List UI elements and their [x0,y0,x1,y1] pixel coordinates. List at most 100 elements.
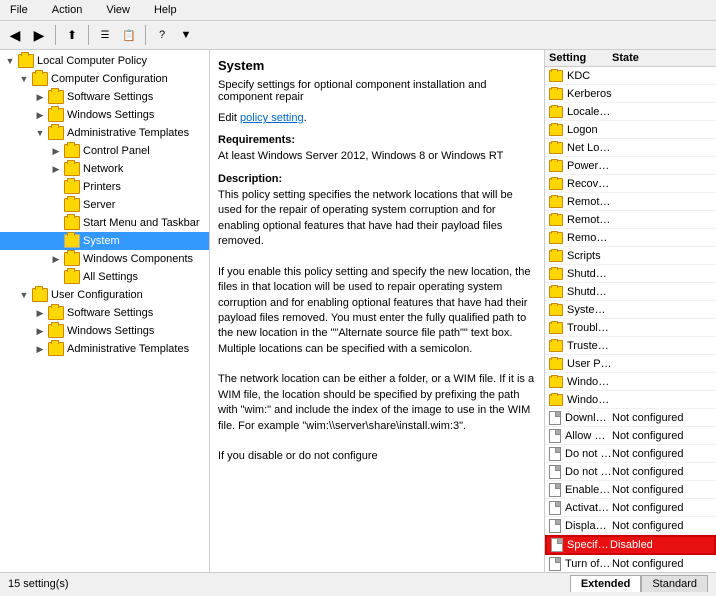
tree-label: Control Panel [83,145,150,157]
menu-action[interactable]: Action [46,2,89,18]
forward-button[interactable]: ▶ [28,24,50,46]
row-state: Not configured [612,430,712,442]
tree-item-system[interactable]: ▶ System [0,232,209,250]
requirements-label: Requirements: [218,134,536,146]
tree-label: User Configuration [51,289,143,301]
folder-row-logon[interactable]: Logon [545,121,716,139]
folder-row-scripts[interactable]: Scripts [545,247,716,265]
filter-button[interactable]: ▼ [175,24,197,46]
folder-icon [32,288,48,302]
tab-extended[interactable]: Extended [570,575,642,592]
folder-icon [549,196,563,208]
folder-row-removable[interactable]: Removable Storage Access [545,229,716,247]
policy-row-6[interactable]: Display Shutdown Event Tracker Not confi… [545,517,716,535]
folder-row-power[interactable]: Power Management [545,157,716,175]
tree-item-computer-config[interactable]: ▼ Computer Configuration [0,70,209,88]
folder-row-kerberos[interactable]: Kerberos [545,85,716,103]
tab-standard[interactable]: Standard [641,575,708,592]
tree-item-windows-settings-user[interactable]: ▶ Windows Settings [0,322,209,340]
policy-row-4[interactable]: Enable Persistent Time Stamp Not configu… [545,481,716,499]
row-label: Locale Services [567,106,612,118]
toggle-icon: ▼ [2,53,18,69]
tree-item-local-computer-policy[interactable]: ▼ Local Computer Policy [0,52,209,70]
tree-item-control-panel[interactable]: ▶ Control Panel [0,142,209,160]
tree-item-admin-templates-user[interactable]: ▶ Administrative Templates [0,340,209,358]
folder-icon [549,304,563,316]
tree-item-windows-components[interactable]: ▶ Windows Components [0,250,209,268]
folder-icon [64,216,80,230]
tree-item-windows-settings-comp[interactable]: ▶ Windows Settings [0,106,209,124]
folder-row-time-service[interactable]: Windows Time Service [545,391,716,409]
folder-icon [549,214,563,226]
row-label: Do not turn off system power after a Win… [565,466,612,478]
row-label: Display Shutdown Event Tracker [565,520,612,532]
row-label: Specify settings for optional component … [567,539,610,551]
main-container: ▼ Local Computer Policy ▼ Computer Confi… [0,50,716,572]
tree-item-printers[interactable]: ▶ Printers [0,178,209,196]
show-hide-button[interactable]: ☰ [94,24,116,46]
tree-label: Network [83,163,123,175]
tree-item-software-settings-comp[interactable]: ▶ Software Settings [0,88,209,106]
folder-icon [64,162,80,176]
folder-icon [549,178,563,190]
policy-row-5[interactable]: Activate Shutdown Event Tracker System S… [545,499,716,517]
folder-row-recovery[interactable]: Recovery [545,175,716,193]
folder-row-user-profiles[interactable]: User Profiles [545,355,716,373]
policy-row-2[interactable]: Do not automatically encrypt files moved… [545,445,716,463]
row-label: Recovery [567,178,612,190]
row-state: Not configured [612,502,712,514]
page-icon [549,447,561,461]
page-icon [549,519,561,533]
row-label: System Restore [567,304,612,316]
folder-row-net-logon[interactable]: Net Logon [545,139,716,157]
folder-icon [549,88,563,100]
help-button[interactable]: ? [151,24,173,46]
tree-item-start-menu[interactable]: ▶ Start Menu and Taskbar [0,214,209,232]
row-label: Windows Time Service [567,394,612,406]
policy-row-8[interactable]: Turn off Data Execution Prevention for H… [545,555,716,572]
toolbar: ◀ ▶ ⬆ ☰ 📋 ? ▼ [0,21,716,50]
folder-row-rpc[interactable]: Remote Procedure Call [545,211,716,229]
tree-panel: ▼ Local Computer Policy ▼ Computer Confi… [0,50,210,572]
tree-item-software-settings-user[interactable]: ▶ Software Settings [0,304,209,322]
folder-row-remote-assist[interactable]: Remote Assistance [545,193,716,211]
policy-row-0[interactable]: Download missing COM components Not conf… [545,409,716,427]
folder-row-tpm[interactable]: Trusted Platform Module Services [545,337,716,355]
folder-row-locale[interactable]: Locale Services [545,103,716,121]
folder-icon [48,108,64,122]
folder-icon [64,180,80,194]
tree-item-admin-templates[interactable]: ▼ Administrative Templates [0,124,209,142]
policy-row-3[interactable]: Do not turn off system power after a Win… [545,463,716,481]
policy-row-7-selected[interactable]: Specify settings for optional component … [545,535,716,555]
up-button[interactable]: ⬆ [61,24,83,46]
toggle-icon: ▼ [16,71,32,87]
policy-setting-link[interactable]: policy setting [240,112,304,124]
tree-label: Windows Settings [67,109,154,121]
page-icon [549,557,561,571]
folder-row-file-protection[interactable]: Windows File Protection [545,373,716,391]
tree-item-all-settings[interactable]: ▶ All Settings [0,268,209,286]
back-button[interactable]: ◀ [4,24,26,46]
menu-help[interactable]: Help [148,2,183,18]
folder-row-troubleshooting[interactable]: Troubleshooting and Diagnostics [545,319,716,337]
folder-row-shutdown[interactable]: Shutdown [545,265,716,283]
folder-row-kdc[interactable]: KDC [545,67,716,85]
page-icon [549,483,561,497]
row-label: Troubleshooting and Diagnostics [567,322,612,334]
settings-list: KDC Kerberos Locale Services Logon Net L [545,67,716,572]
row-label: Turn off Data Execution Prevention for H… [565,558,612,570]
folder-row-system-restore[interactable]: System Restore [545,301,716,319]
menu-view[interactable]: View [100,2,136,18]
tree-item-network[interactable]: ▶ Network [0,160,209,178]
export-button[interactable]: 📋 [118,24,140,46]
tree-item-server[interactable]: ▶ Server [0,196,209,214]
row-label: Activate Shutdown Event Tracker System S… [565,502,612,514]
tree-label: Software Settings [67,307,153,319]
page-icon [549,411,561,425]
menu-file[interactable]: File [4,2,34,18]
tree-item-user-config[interactable]: ▼ User Configuration [0,286,209,304]
toggle-icon: ▶ [32,305,48,321]
policy-row-1[interactable]: Allow Distributed Link Tracking clients … [545,427,716,445]
folder-row-shutdown-options[interactable]: Shutdown Options [545,283,716,301]
status-count: 15 setting(s) [8,578,570,590]
